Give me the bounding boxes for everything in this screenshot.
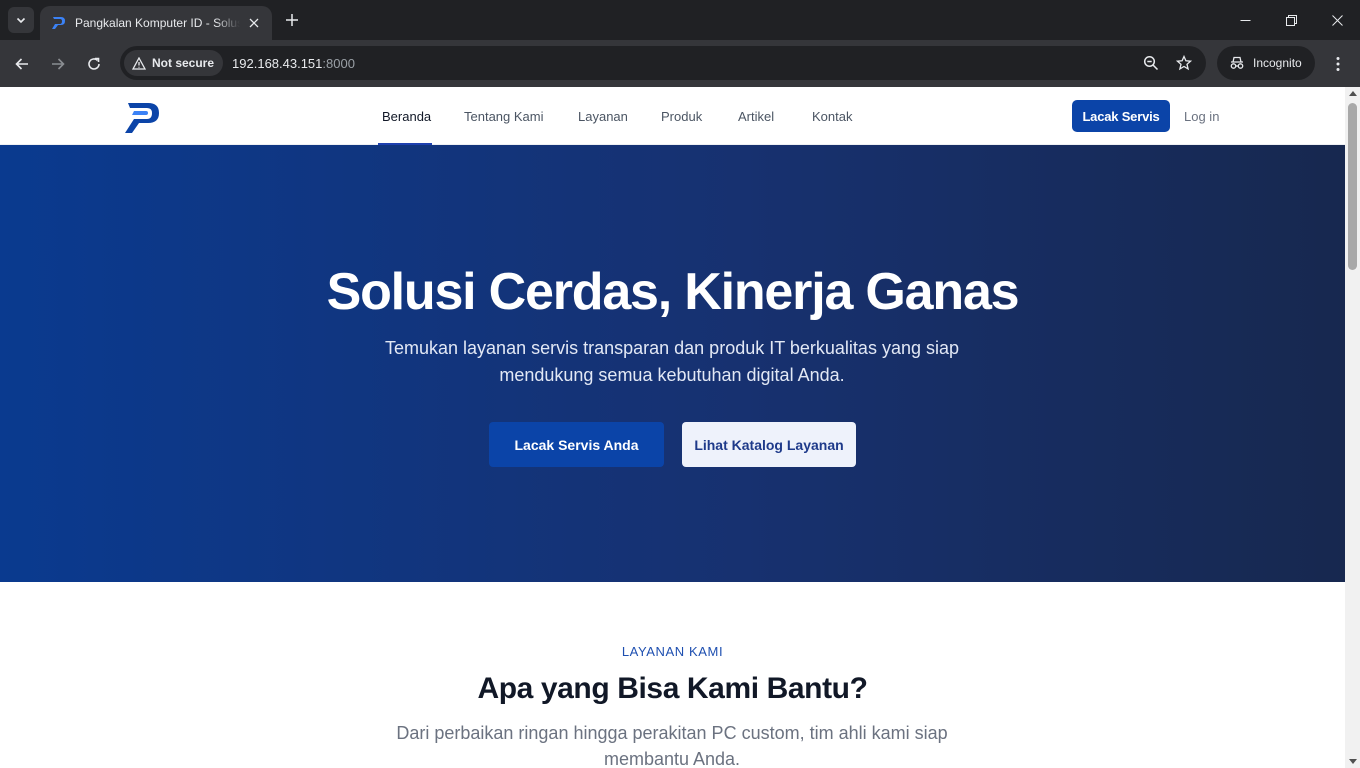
page-scrollbar[interactable]	[1345, 87, 1360, 768]
arrow-right-icon	[52, 58, 65, 70]
plus-icon	[286, 14, 298, 26]
incognito-icon	[1230, 56, 1244, 69]
close-icon	[1331, 14, 1343, 26]
chevron-down-icon	[16, 17, 26, 24]
services-section: LAYANAN KAMI Apa yang Bisa Kami Bantu? D…	[0, 582, 1345, 768]
url-host: 192.168.43.151	[232, 55, 323, 71]
service-catalog-button[interactable]: Lihat Katalog Layanan	[682, 422, 856, 467]
restore-icon	[1285, 14, 1297, 26]
forward-button[interactable]	[44, 50, 72, 78]
site-logo[interactable]	[124, 101, 160, 135]
browser-tab-active[interactable]: Pangkalan Komputer ID - Solusi	[40, 6, 272, 40]
section-eyebrow: LAYANAN KAMI	[621, 644, 724, 659]
section-title: Apa yang Bisa Kami Bantu?	[477, 672, 868, 705]
browser-toolbar: Not secure 192.168.43.151:8000 Incognito	[0, 40, 1360, 87]
hero-section: Solusi Cerdas, Kinerja Ganas Temukan lay…	[0, 145, 1345, 582]
close-window-button[interactable]	[1314, 0, 1360, 40]
site-favicon-icon	[52, 17, 65, 29]
tab-close-icon[interactable]	[246, 15, 262, 31]
track-service-cta-button[interactable]: Lacak Servis Anda	[489, 422, 664, 467]
new-tab-button[interactable]	[282, 10, 302, 30]
restore-button[interactable]	[1268, 0, 1314, 40]
nav-link-beranda[interactable]: Beranda	[382, 87, 431, 145]
nav-link-layanan[interactable]: Layanan	[578, 87, 628, 145]
kebab-menu-icon	[1336, 57, 1340, 71]
track-service-button[interactable]: Lacak Servis	[1072, 100, 1170, 132]
hero-subtitle: Temukan layanan servis transparan dan pr…	[385, 338, 959, 385]
minimize-icon	[1240, 19, 1250, 21]
url-text[interactable]: 192.168.43.151:8000	[232, 56, 355, 71]
scrollbar-thumb[interactable]	[1348, 103, 1357, 270]
nav-link-tentang-kami[interactable]: Tentang Kami	[464, 87, 544, 145]
browser-menu-button[interactable]	[1326, 52, 1350, 76]
zoom-icon[interactable]	[1142, 54, 1160, 72]
incognito-indicator[interactable]: Incognito	[1217, 46, 1315, 80]
scroll-up-arrow-icon[interactable]	[1349, 91, 1357, 96]
address-bar[interactable]: Not secure 192.168.43.151:8000	[120, 46, 1206, 80]
section-subtitle: Dari perbaikan ringan hingga perakitan P…	[396, 723, 948, 768]
incognito-label: Incognito	[1253, 56, 1302, 70]
reload-button[interactable]	[80, 50, 108, 78]
security-chip[interactable]: Not secure	[124, 50, 224, 76]
nav-link-produk[interactable]: Produk	[661, 87, 702, 145]
tab-search-button[interactable]	[8, 7, 34, 33]
reload-icon	[88, 57, 100, 70]
nav-link-artikel[interactable]: Artikel	[738, 87, 774, 145]
page-viewport: Beranda Tentang Kami Layanan Produk Arti…	[0, 87, 1360, 768]
login-link[interactable]: Log in	[1184, 100, 1219, 132]
url-port: :8000	[322, 55, 355, 71]
minimize-button[interactable]	[1222, 0, 1268, 40]
back-button[interactable]	[8, 50, 36, 78]
warning-triangle-icon	[132, 56, 146, 70]
scroll-down-arrow-icon[interactable]	[1349, 759, 1357, 764]
nav-link-kontak[interactable]: Kontak	[812, 87, 852, 145]
tab-title: Pangkalan Komputer ID - Solusi	[75, 16, 240, 30]
site-header: Beranda Tentang Kami Layanan Produk Arti…	[0, 87, 1345, 145]
arrow-left-icon	[15, 58, 28, 70]
bookmark-star-icon[interactable]	[1175, 54, 1193, 72]
security-label: Not secure	[152, 56, 215, 70]
browser-tabstrip: Pangkalan Komputer ID - Solusi	[0, 0, 1360, 40]
hero-title: Solusi Cerdas, Kinerja Ganas	[326, 263, 1020, 321]
